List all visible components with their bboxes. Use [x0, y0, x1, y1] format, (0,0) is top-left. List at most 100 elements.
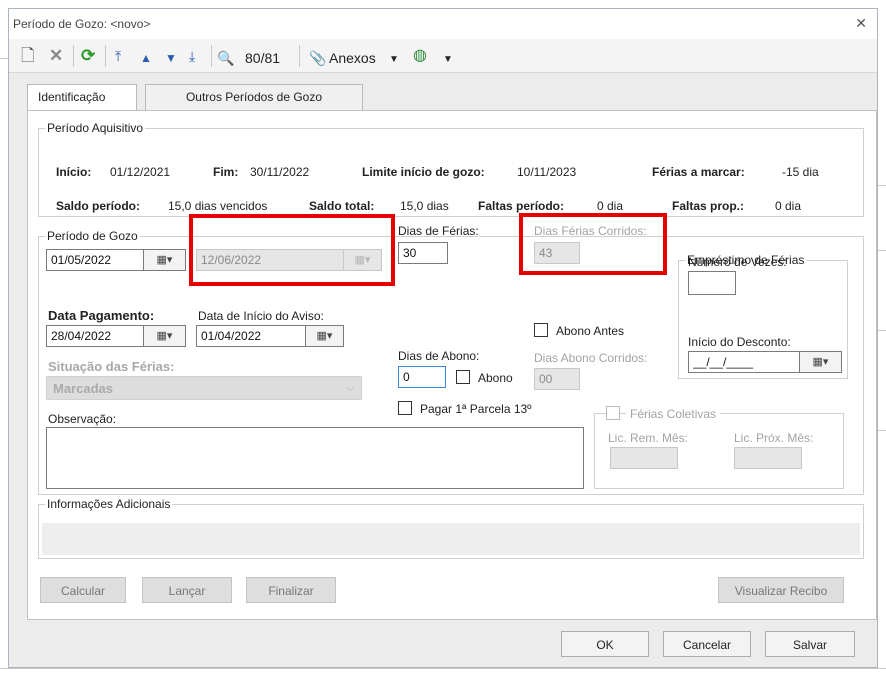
ok-button[interactable]: OK [561, 631, 649, 657]
salvar-button[interactable]: Salvar [765, 631, 855, 657]
faltas-periodo-label: Faltas período: [478, 199, 565, 213]
dias-ferias-label: Dias de Férias: [398, 224, 479, 238]
background-gridline [0, 668, 886, 669]
periodo-aquisitivo-legend: Período Aquisitivo [47, 121, 144, 135]
ferias-marcar-value: -15 dia [782, 165, 819, 179]
pagar-parcela-label: Pagar 1ª Parcela 13º [420, 402, 532, 416]
background-gridline [878, 250, 886, 251]
delete-icon[interactable]: ✕ [49, 47, 63, 65]
data-pagamento-calendar-icon[interactable]: ▦▾ [144, 325, 186, 347]
data-pagamento-label: Data Pagamento: [48, 308, 155, 323]
lancar-button[interactable]: Lançar [142, 577, 232, 603]
observacao-textarea[interactable] [46, 427, 584, 489]
lic-rem-mes-input [610, 447, 678, 469]
toolbar: 🗋 ✕ ⟳ ⤒ ▲ ▼ ⤓ 🔍 80/81 📎 Anexos ▼ ◍ ▼ [9, 39, 877, 73]
toolbar-separator [105, 45, 106, 67]
fim-label: Fim: [213, 165, 239, 179]
inicio-desconto-label: Início do Desconto: [688, 335, 791, 349]
title-bar: Período de Gozo: <novo> ✕ [9, 9, 877, 39]
cancelar-button[interactable]: Cancelar [663, 631, 751, 657]
data-fim-calendar-icon: ▦▾ [344, 249, 382, 271]
dias-abono-corridos-input [534, 368, 580, 390]
saldo-periodo-value: 15,0 dias vencidos [168, 199, 268, 213]
lic-prox-mes-label: Lic. Próx. Mês: [734, 431, 814, 445]
data-fim-input [196, 249, 344, 271]
ferias-marcar-label: Férias a marcar: [652, 165, 745, 179]
window-title: Período de Gozo: <novo> [13, 17, 151, 31]
inicio-label: Início: [56, 165, 92, 179]
dias-abono-corridos-label: Dias Abono Corridos: [534, 351, 648, 365]
record-counter: 80/81 [245, 50, 281, 66]
anexos-dropdown-icon[interactable]: ▼ [389, 51, 399, 69]
saldo-total-label: Saldo total: [309, 199, 375, 213]
tab-panel-identificacao: Período Aquisitivo Início: 01/12/2021 Fi… [27, 110, 877, 620]
data-aviso-label: Data de Início do Aviso: [198, 309, 324, 323]
data-aviso-calendar-icon[interactable]: ▦▾ [306, 325, 344, 347]
situacao-ferias-value: Marcadas [53, 381, 113, 396]
abono-checkbox[interactable] [456, 370, 470, 384]
inicio-desconto-input[interactable] [688, 351, 800, 373]
faltas-periodo-value: 0 dia [597, 199, 624, 213]
ferias-coletivas-label: Férias Coletivas [626, 407, 721, 421]
abono-antes-label: Abono Antes [556, 324, 625, 338]
binoculars-icon[interactable]: 🔍 [217, 49, 234, 67]
next-record-icon[interactable]: ▼ [165, 49, 177, 67]
pagar-parcela-checkbox[interactable] [398, 401, 412, 415]
lic-prox-mes-input [734, 447, 802, 469]
informacoes-adicionais-legend: Informações Adicionais [47, 497, 171, 511]
data-inicio-calendar-icon[interactable]: ▦▾ [144, 249, 186, 271]
new-document-icon[interactable]: 🗋 [21, 47, 35, 65]
finalizar-button[interactable]: Finalizar [246, 577, 336, 603]
faltas-prop-label: Faltas prop.: [672, 199, 745, 213]
data-aviso-input[interactable] [196, 325, 306, 347]
globe-dropdown-icon[interactable]: ▼ [443, 51, 453, 69]
background-gridline [878, 185, 886, 186]
situacao-ferias-select: Marcadas ⌵ [46, 376, 362, 400]
globe-icon[interactable]: ◍ [413, 47, 427, 65]
abono-label: Abono [478, 371, 513, 385]
inicio-value: 01/12/2021 [110, 165, 171, 179]
visualizar-recibo-button[interactable]: Visualizar Recibo [718, 577, 844, 603]
last-record-icon[interactable]: ⤓ [189, 47, 195, 65]
dias-ferias-corridos-input [534, 242, 580, 264]
situacao-ferias-label: Situação das Férias: [48, 359, 175, 374]
limite-gozo-label: Limite início de gozo: [362, 165, 485, 179]
lic-rem-mes-label: Lic. Rem. Mês: [608, 431, 689, 445]
tab-identificacao[interactable]: Identificação [27, 84, 137, 111]
toolbar-separator [211, 45, 212, 67]
chevron-down-icon: ⌵ [345, 380, 355, 394]
faltas-prop-value: 0 dia [775, 199, 802, 213]
refresh-icon[interactable]: ⟳ [81, 47, 95, 65]
previous-record-icon[interactable]: ▲ [140, 49, 152, 67]
numero-vezes-input[interactable] [688, 271, 736, 295]
close-icon[interactable]: ✕ [855, 15, 867, 32]
abono-antes-checkbox[interactable] [534, 323, 548, 337]
inicio-desconto-calendar-icon[interactable]: ▦▾ [800, 351, 842, 373]
ferias-coletivas-checkbox [606, 406, 620, 420]
dias-ferias-input[interactable] [398, 242, 448, 264]
background-gridline [0, 58, 8, 59]
dias-abono-label: Dias de Abono: [398, 349, 480, 363]
periodo-gozo-dialog: Período de Gozo: <novo> ✕ 🗋 ✕ ⟳ ⤒ ▲ ▼ ⤓ … [8, 8, 878, 668]
toolbar-separator [73, 45, 74, 67]
fim-value: 30/11/2022 [250, 165, 310, 179]
tab-outros-periodos[interactable]: Outros Períodos de Gozo [145, 84, 363, 110]
numero-vezes-label: Número de Vezes: [688, 255, 787, 269]
background-gridline [878, 430, 886, 431]
saldo-total-value: 15,0 dias [400, 199, 449, 213]
data-inicio-input[interactable] [46, 249, 144, 271]
background-gridline [878, 330, 886, 331]
periodo-gozo-legend: Período de Gozo [47, 229, 138, 243]
informacoes-adicionais-area [42, 523, 860, 555]
data-pagamento-input[interactable] [46, 325, 144, 347]
paperclip-icon[interactable]: 📎 [309, 49, 326, 67]
first-record-icon[interactable]: ⤒ [115, 47, 121, 65]
anexos-button[interactable]: Anexos [329, 50, 376, 66]
observacao-label: Observação: [48, 412, 117, 426]
toolbar-separator [299, 45, 300, 67]
calcular-button[interactable]: Calcular [40, 577, 126, 603]
dias-abono-input[interactable] [398, 366, 446, 388]
limite-gozo-value: 10/11/2023 [517, 165, 577, 179]
saldo-periodo-label: Saldo período: [56, 199, 140, 213]
dias-ferias-corridos-label: Dias Férias Corridos: [534, 224, 647, 238]
